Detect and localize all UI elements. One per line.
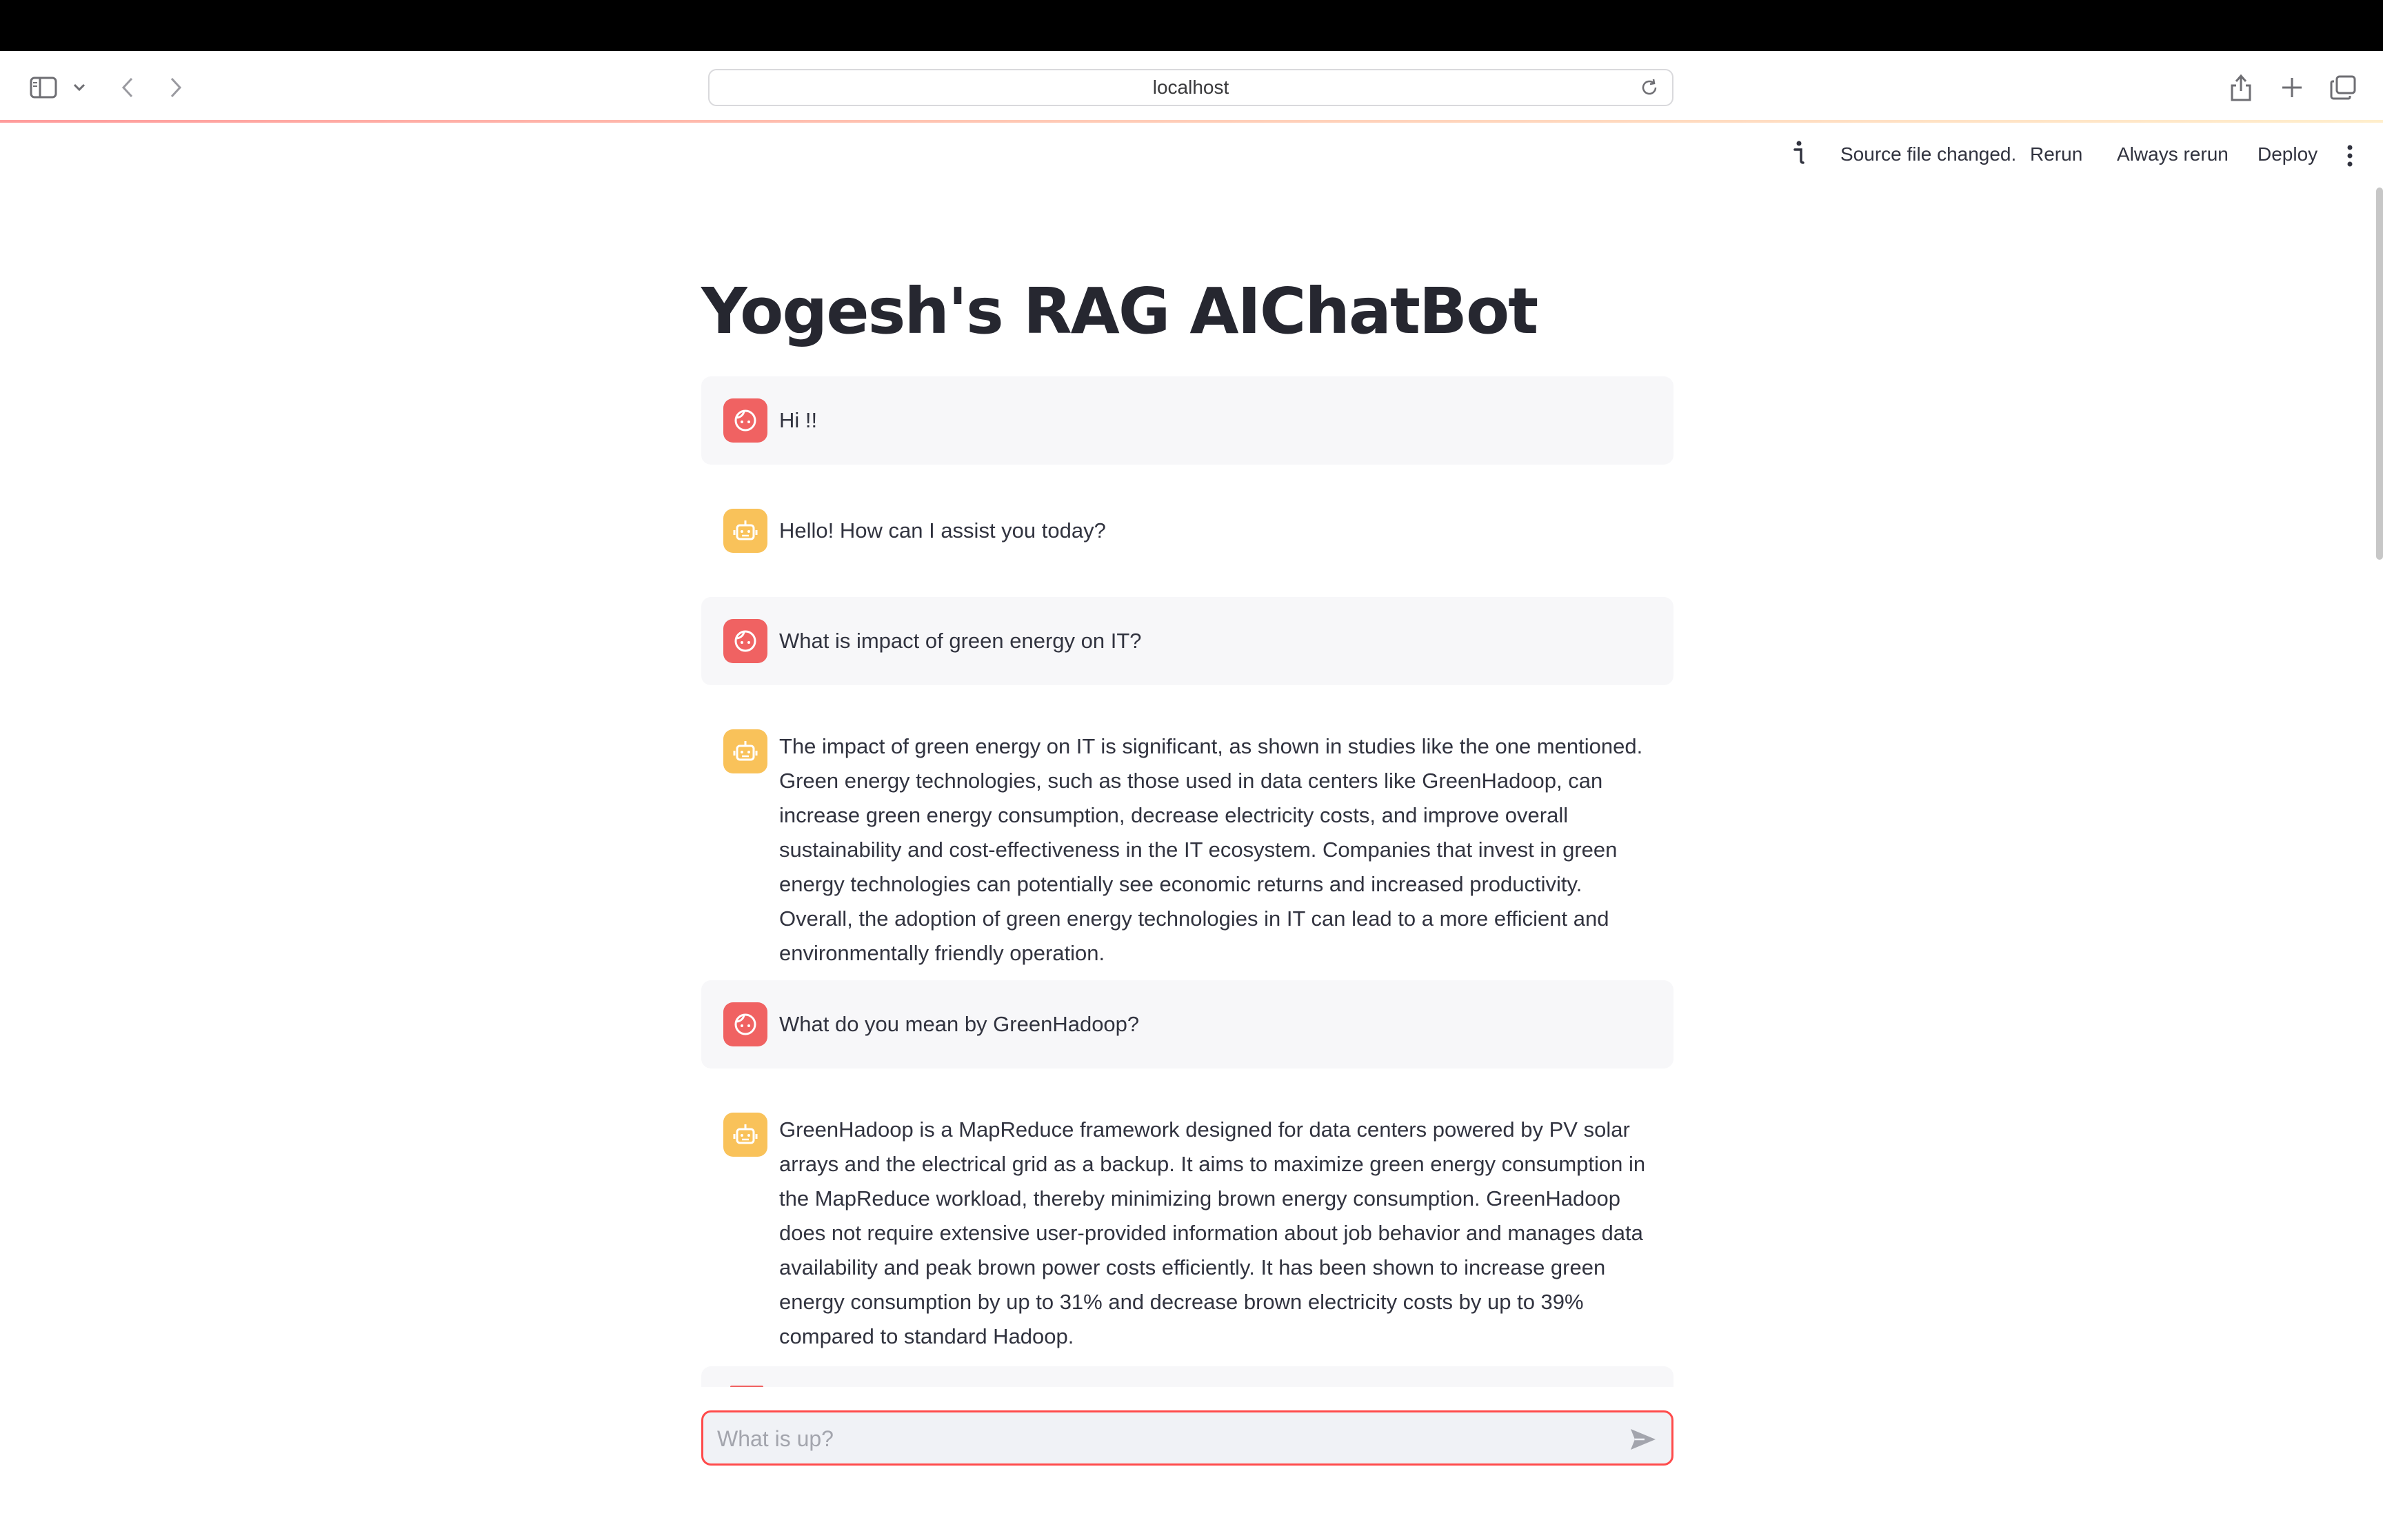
chat-message-user: What is impact of green energy on IT? bbox=[701, 597, 1673, 685]
url-text: localhost bbox=[1152, 77, 1229, 98]
new-tab-icon[interactable] bbox=[2277, 70, 2307, 105]
main-menu-icon[interactable] bbox=[2346, 145, 2354, 172]
reload-icon[interactable] bbox=[1639, 77, 1660, 103]
message-text: What is impact of green energy on IT? bbox=[779, 629, 1142, 653]
always-rerun-button[interactable]: Always rerun bbox=[2117, 143, 2229, 165]
robot-icon bbox=[723, 729, 767, 773]
rerun-button[interactable]: Rerun bbox=[2030, 143, 2082, 165]
message-text: Hi !! bbox=[779, 408, 818, 432]
info-icon bbox=[1791, 139, 1807, 170]
input-area-backdrop bbox=[690, 1387, 1689, 1408]
share-icon[interactable] bbox=[2226, 70, 2256, 105]
chat-message-user-partial bbox=[701, 1366, 1673, 1387]
chat-message-user: What do you mean by GreenHadoop? bbox=[701, 980, 1673, 1068]
page-title: Yogesh's RAG AIChatBot bbox=[701, 274, 1538, 348]
chat-message-assistant: GreenHadoop is a MapReduce framework des… bbox=[701, 1091, 1673, 1348]
chat-input-field[interactable] bbox=[716, 1412, 1615, 1465]
face-icon bbox=[723, 398, 767, 443]
chat-message-user: Hi !! bbox=[701, 376, 1673, 465]
system-menu-bar bbox=[0, 0, 2383, 51]
toolbar-divider bbox=[0, 120, 2383, 123]
message-text: GreenHadoop is a MapReduce framework des… bbox=[779, 1117, 1646, 1348]
app-header: Source file changed. Rerun Always rerun … bbox=[0, 125, 2383, 188]
chat-message-assistant: Hello! How can I assist you today? bbox=[701, 487, 1673, 575]
message-text: Hello! How can I assist you today? bbox=[779, 518, 1106, 543]
address-bar[interactable]: localhost bbox=[708, 69, 1673, 106]
sidebar-toggle-icon[interactable] bbox=[26, 70, 61, 105]
message-text: The impact of green energy on IT is sign… bbox=[779, 734, 1643, 965]
deploy-button[interactable]: Deploy bbox=[2258, 143, 2317, 165]
forward-icon[interactable] bbox=[162, 70, 190, 105]
chat-message-assistant: The impact of green energy on IT is sign… bbox=[701, 707, 1673, 965]
robot-icon bbox=[723, 1113, 767, 1157]
tab-overview-icon[interactable] bbox=[2328, 70, 2358, 105]
face-icon bbox=[723, 619, 767, 663]
chevron-down-icon[interactable] bbox=[69, 70, 90, 105]
status-text: Source file changed. bbox=[1840, 143, 2017, 165]
back-icon[interactable] bbox=[114, 70, 141, 105]
send-icon[interactable] bbox=[1627, 1424, 1659, 1455]
message-text: What do you mean by GreenHadoop? bbox=[779, 1012, 1140, 1036]
face-icon bbox=[723, 1002, 767, 1046]
robot-icon bbox=[723, 509, 767, 553]
scrollbar[interactable] bbox=[2376, 188, 2383, 560]
browser-toolbar: localhost bbox=[0, 51, 2383, 123]
chat-input[interactable] bbox=[701, 1410, 1673, 1466]
